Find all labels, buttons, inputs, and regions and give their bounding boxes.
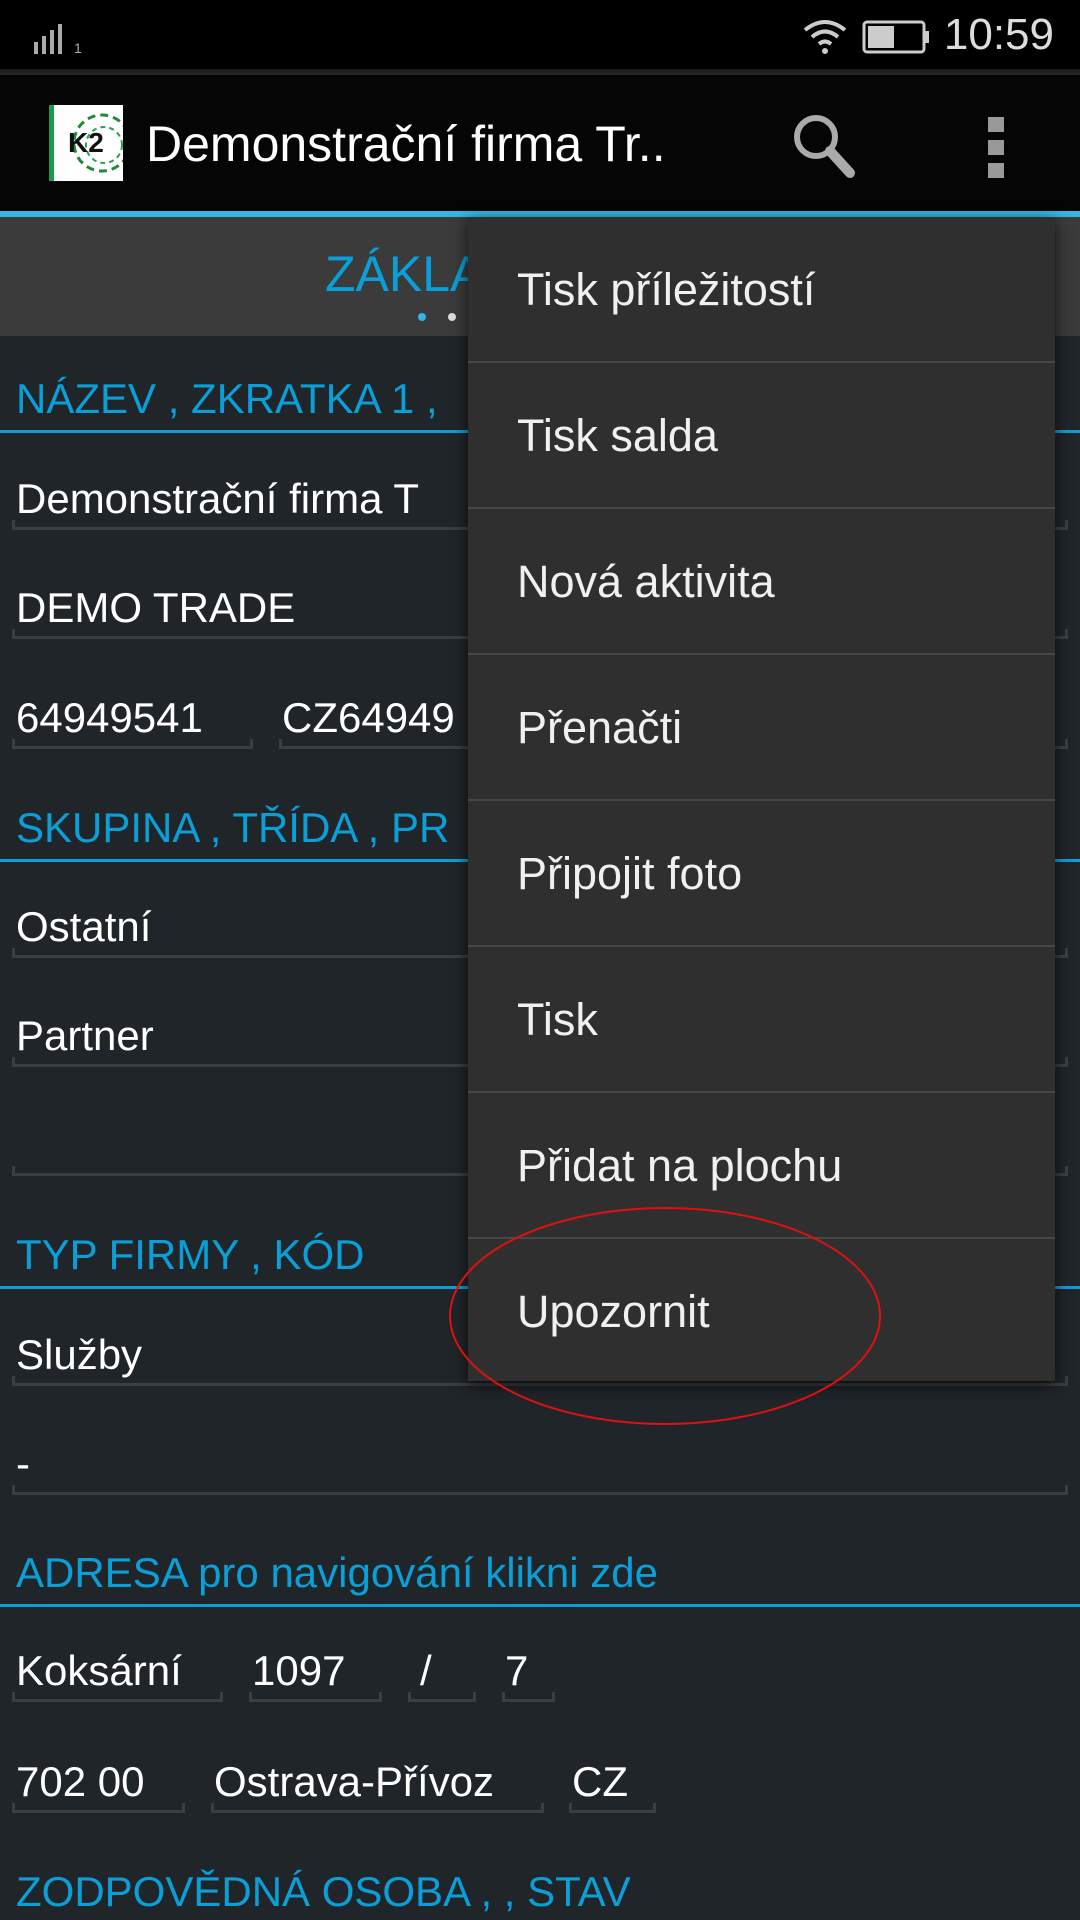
zip-field[interactable]: 702 00 (16, 1758, 144, 1806)
section-header-skupina: SKUPINA , TŘÍDA , PR (16, 804, 450, 851)
type-field[interactable]: Služby (16, 1331, 142, 1379)
code-field[interactable]: - (16, 1440, 30, 1488)
field-underline (12, 1485, 1068, 1495)
page-indicator (448, 313, 456, 321)
group-field[interactable]: Ostatní (16, 903, 151, 951)
class-field[interactable]: Partner (16, 1012, 154, 1060)
status-bar: 1 10:59 (0, 0, 1080, 72)
field-underline (569, 1803, 656, 1813)
menu-item-pripojit-foto[interactable]: Připojit foto (468, 801, 1055, 947)
slash-field[interactable]: / (420, 1647, 432, 1695)
field-underline (502, 1692, 555, 1702)
dic-field[interactable]: CZ64949 (282, 694, 455, 742)
ico-field[interactable]: 64949541 (16, 694, 203, 742)
page-indicator-active (418, 313, 426, 321)
section-header-adresa[interactable]: ADRESA pro navigování klikni zde (16, 1549, 658, 1597)
menu-item-tisk[interactable]: Tisk (468, 947, 1055, 1093)
section-header-typ: TYP FIRMY , KÓD (16, 1231, 365, 1278)
menu-item-pridat-na-plochu[interactable]: Přidat na plochu (468, 1093, 1055, 1239)
menu-item-nova-aktivita[interactable]: Nová aktivita (468, 509, 1055, 655)
field-underline (12, 739, 253, 749)
search-icon[interactable] (790, 111, 860, 181)
field-underline (12, 1803, 185, 1813)
section-header-nazev: NÁZEV , ZKRATKA 1 , (16, 375, 438, 422)
menu-item-prenacti[interactable]: Přenačti (468, 655, 1055, 801)
house-number-field[interactable]: 1097 (252, 1647, 345, 1695)
logo-text: K2 (68, 127, 104, 158)
overflow-menu: Tisk příležitostí Tisk salda Nová aktivi… (468, 217, 1055, 1381)
field-underline (249, 1692, 382, 1702)
street-field[interactable]: Koksární (16, 1647, 182, 1695)
more-vert-icon[interactable] (988, 117, 1004, 179)
city-field[interactable]: Ostrava-Přívoz (214, 1758, 494, 1806)
menu-item-upozornit[interactable]: Upozornit (468, 1239, 1055, 1385)
name-field[interactable]: Demonstrační firma T (16, 475, 419, 523)
clock: 10:59 (943, 10, 1054, 59)
field-underline (211, 1803, 544, 1813)
menu-item-tisk-salda[interactable]: Tisk salda (468, 363, 1055, 509)
app-logo[interactable]: K2 (49, 105, 123, 181)
action-bar: K2 Demonstrační firma Tr.. (0, 75, 1080, 212)
wifi-icon (803, 20, 847, 54)
section-divider (0, 1604, 1080, 1607)
field-underline (408, 1692, 476, 1702)
country-field[interactable]: CZ (572, 1758, 628, 1806)
orient-number-field[interactable]: 7 (505, 1647, 528, 1695)
section-header-zodp: ZODPOVĚDNÁ OSOBA , , STAV (16, 1868, 631, 1915)
field-underline (12, 1692, 223, 1702)
menu-item-tisk-prilezitosti[interactable]: Tisk příležitostí (468, 217, 1055, 363)
sim-label: 1 (74, 40, 82, 56)
short-name-field[interactable]: DEMO TRADE (16, 584, 295, 632)
battery-icon (862, 20, 929, 54)
app-title: Demonstrační firma Tr.. (146, 116, 666, 172)
tab-title[interactable]: ZÁKLA (325, 245, 483, 303)
